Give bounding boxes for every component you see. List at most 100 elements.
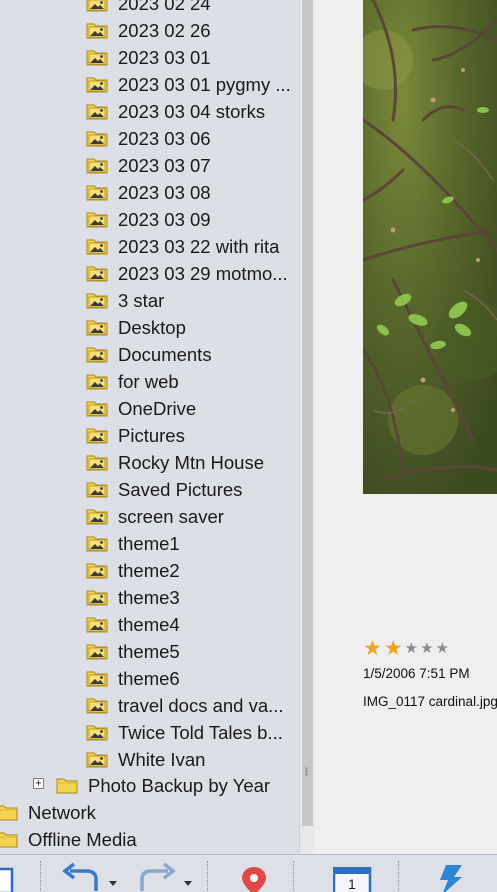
star-filled-icon[interactable]: ★: [363, 638, 382, 659]
folder-tree-item[interactable]: OneDrive: [0, 395, 299, 422]
folder-tree-item[interactable]: 2023 03 09: [0, 206, 299, 233]
folder-tree-item[interactable]: Saved Pictures: [0, 476, 299, 503]
folder-label: 2023 03 01 pygmy ...: [118, 74, 291, 95]
picture-folder-icon: [86, 237, 108, 255]
picture-folder-icon: [86, 372, 108, 390]
folder-tree-item[interactable]: 2023 02 24: [0, 0, 299, 17]
redo-button[interactable]: [136, 861, 196, 892]
folder-tree-item[interactable]: theme1: [0, 530, 299, 557]
bottom-toolbar: 1: [0, 854, 497, 892]
picture-folder-icon: [86, 399, 108, 417]
folder-tree-item[interactable]: travel docs and va...: [0, 692, 299, 719]
folder-tree-item-root[interactable]: Network: [0, 799, 299, 826]
star-empty-icon[interactable]: ★: [420, 639, 433, 659]
picture-folder-icon: [86, 588, 108, 606]
folder-label: screen saver: [118, 506, 224, 527]
window-button[interactable]: [0, 863, 18, 892]
photo-date: 1/5/2006 7:51 PM: [363, 666, 470, 681]
folder-tree-item[interactable]: theme2: [0, 557, 299, 584]
folder-label: Pictures: [118, 425, 185, 446]
picture-folder-icon: [86, 561, 108, 579]
picture-folder-icon: [86, 345, 108, 363]
window-icon: [0, 867, 14, 892]
folder-tree-item[interactable]: 2023 03 04 storks: [0, 98, 299, 125]
picture-folder-icon: [86, 669, 108, 687]
folder-tree-item[interactable]: Pictures: [0, 422, 299, 449]
folder-label: theme1: [118, 533, 180, 554]
folder-icon: [56, 776, 78, 794]
folder-tree-item[interactable]: 2023 03 08: [0, 179, 299, 206]
folder-label: 2023 02 26: [118, 20, 211, 41]
folder-label: 2023 03 29 motmo...: [118, 263, 288, 284]
picture-folder-icon: [86, 156, 108, 174]
folder-label: 2023 03 07: [118, 155, 211, 176]
folder-label: 2023 03 04 storks: [118, 101, 266, 122]
folder-tree-item[interactable]: 3 star: [0, 287, 299, 314]
folder-tree-item[interactable]: for web: [0, 368, 299, 395]
star-rating[interactable]: ★ ★ ★ ★ ★: [363, 638, 449, 659]
folder-tree-item[interactable]: theme4: [0, 611, 299, 638]
expand-toggle[interactable]: +: [33, 778, 44, 789]
calendar-button[interactable]: 1: [332, 866, 373, 892]
picture-folder-icon: [86, 723, 108, 741]
folder-tree-item[interactable]: theme6: [0, 665, 299, 692]
picture-folder-icon: [86, 21, 108, 39]
folder-label: 2023 02 24: [118, 0, 211, 14]
folder-tree-item[interactable]: 2023 03 01 pygmy ...: [0, 71, 299, 98]
folder-tree-item[interactable]: 2023 03 01: [0, 44, 299, 71]
folder-tree-item[interactable]: 2023 03 07: [0, 152, 299, 179]
folder-tree[interactable]: 2023 02 24 2023 02 26 2023 03 01 2023 03 01…: [0, 0, 299, 854]
folder-tree-item[interactable]: Rocky Mtn House: [0, 449, 299, 476]
folder-tree-item[interactable]: Documents: [0, 341, 299, 368]
folder-label: 2023 03 22 with rita: [118, 236, 280, 257]
quick-fix-button[interactable]: [432, 863, 472, 892]
folder-label: Rocky Mtn House: [118, 452, 264, 473]
picture-folder-icon: [86, 129, 108, 147]
folder-tree-item[interactable]: 2023 03 22 with rita: [0, 233, 299, 260]
folder-label: White Ivan: [118, 749, 206, 770]
folder-tree-item[interactable]: 2023 03 06: [0, 125, 299, 152]
folder-icon: [0, 830, 18, 848]
folder-label: Network: [28, 802, 96, 823]
picture-folder-icon: [86, 642, 108, 660]
picture-folder-icon: [86, 210, 108, 228]
folder-tree-item[interactable]: Desktop: [0, 314, 299, 341]
undo-button[interactable]: [62, 861, 122, 892]
folder-tree-item[interactable]: theme3: [0, 584, 299, 611]
star-empty-icon[interactable]: ★: [436, 639, 449, 659]
picture-folder-icon: [86, 48, 108, 66]
folder-label: travel docs and va...: [118, 695, 284, 716]
picture-folder-icon: [86, 0, 108, 12]
picture-folder-icon: [86, 426, 108, 444]
folder-tree-item[interactable]: theme5: [0, 638, 299, 665]
folder-tree-item[interactable]: 2023 02 26: [0, 17, 299, 44]
folder-label: Saved Pictures: [118, 479, 243, 500]
folder-tree-item[interactable]: Twice Told Tales b...: [0, 719, 299, 746]
folder-label: 2023 03 06: [118, 128, 211, 149]
toolbar-separator: [293, 861, 295, 891]
folder-label: theme6: [118, 668, 180, 689]
folder-tree-item-root[interactable]: Offline Media: [0, 826, 299, 853]
picture-folder-icon: [86, 318, 108, 336]
folder-tree-item[interactable]: screen saver: [0, 503, 299, 530]
redo-icon: [140, 862, 192, 891]
calendar-day: 1: [348, 876, 356, 892]
scrollbar-thumb[interactable]: ▪ ▪ ▪: [302, 0, 313, 826]
cardinal-photo-image: [363, 0, 497, 494]
picture-folder-icon: [86, 696, 108, 714]
folder-label: OneDrive: [118, 398, 197, 419]
star-filled-icon[interactable]: ★: [384, 638, 403, 659]
folder-tree-item[interactable]: 2023 03 29 motmo...: [0, 260, 299, 287]
undo-icon: [62, 862, 117, 891]
picture-folder-icon: [86, 291, 108, 309]
folder-tree-scrollbar[interactable]: ▪ ▪ ▪: [299, 0, 315, 854]
scrollbar-grip: ▪ ▪ ▪: [305, 764, 308, 779]
folder-tree-item[interactable]: White Ivan: [0, 746, 299, 773]
folder-tree-item-photo-backup[interactable]: Photo Backup by Year +: [0, 772, 299, 799]
picture-folder-icon: [86, 615, 108, 633]
folder-label: 2023 03 09: [118, 209, 211, 230]
photo-preview[interactable]: [363, 0, 497, 494]
folder-icon: [0, 803, 18, 821]
star-empty-icon[interactable]: ★: [405, 639, 418, 659]
map-button[interactable]: [238, 865, 270, 892]
